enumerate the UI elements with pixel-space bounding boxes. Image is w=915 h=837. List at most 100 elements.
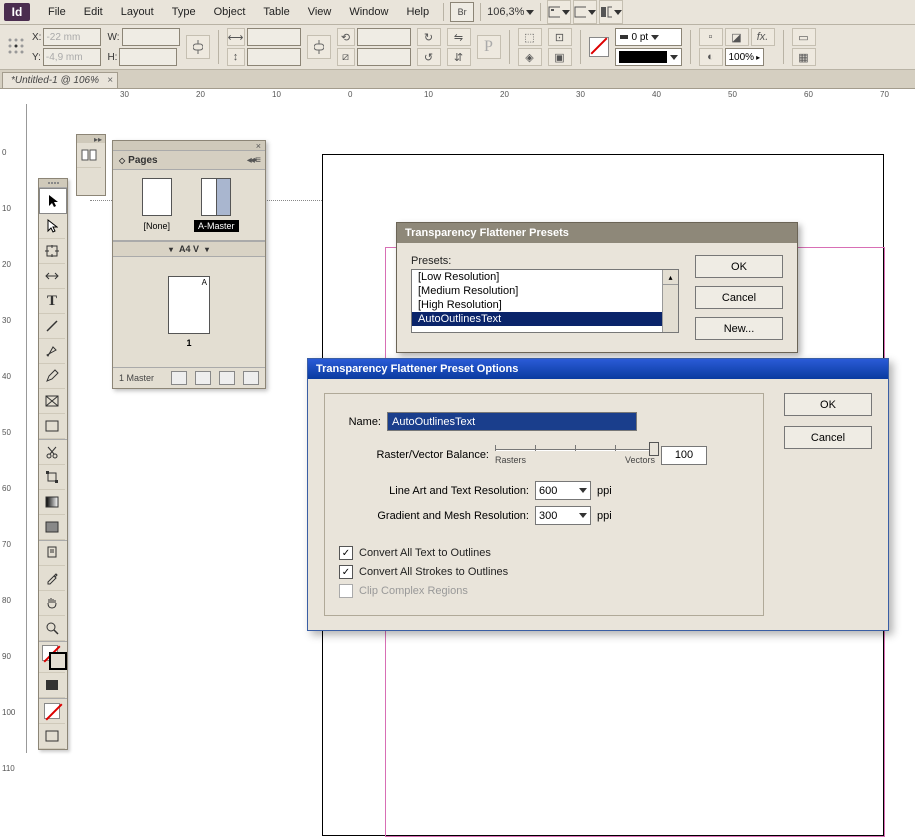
cancel-button[interactable]: Cancel — [784, 426, 872, 449]
name-field[interactable]: AutoOutlinesText — [387, 412, 637, 431]
scissors-tool[interactable] — [39, 440, 65, 465]
master-none[interactable]: [None] — [139, 178, 174, 232]
gradient-feather-tool[interactable] — [39, 515, 65, 540]
w-field[interactable] — [122, 28, 180, 46]
raster-vector-slider[interactable]: RastersVectors — [495, 445, 655, 465]
constrain-icon[interactable] — [186, 35, 210, 59]
rectangle-frame-tool[interactable] — [39, 389, 65, 414]
fill-frame-icon[interactable]: ▣ — [548, 48, 572, 66]
new-page-icon[interactable] — [219, 371, 235, 385]
collapse-icon[interactable]: ◂◂ ▪≡ — [247, 155, 265, 166]
dialog-title[interactable]: Transparency Flattener Preset Options — [308, 359, 888, 379]
fx-icon[interactable]: ▫ — [699, 28, 723, 46]
p-style-icon[interactable]: P — [477, 35, 501, 59]
line-tool[interactable] — [39, 314, 65, 339]
effects-icon[interactable]: fx. — [751, 28, 775, 46]
menu-type[interactable]: Type — [164, 3, 204, 21]
direct-selection-tool[interactable] — [39, 214, 65, 239]
pages-separator[interactable]: ▾ A4 V ▾ — [113, 241, 265, 257]
menu-layout[interactable]: Layout — [113, 3, 162, 21]
cancel-button[interactable]: Cancel — [695, 286, 783, 309]
note-tool[interactable] — [39, 541, 65, 566]
list-item[interactable]: [Medium Resolution] — [412, 284, 678, 298]
opacity-field[interactable]: 100%▸ — [725, 48, 765, 66]
default-fill-stroke[interactable] — [39, 699, 65, 724]
page-thumb-1[interactable] — [168, 276, 210, 334]
scale-y-field[interactable] — [247, 48, 301, 66]
view-options-icon[interactable] — [547, 0, 571, 24]
convert-strokes-checkbox[interactable]: ✓Convert All Strokes to Outlines — [339, 565, 749, 579]
pen-tool[interactable] — [39, 339, 65, 364]
close-icon[interactable]: × — [107, 75, 113, 86]
master-a[interactable]: A-Master — [194, 178, 239, 232]
menu-help[interactable]: Help — [398, 3, 437, 21]
menu-view[interactable]: View — [300, 3, 340, 21]
gradient-swatch-tool[interactable] — [39, 490, 65, 515]
menu-object[interactable]: Object — [206, 3, 254, 21]
fit-content-icon[interactable]: ⊡ — [548, 28, 572, 46]
zoom-level[interactable]: 106,3% — [487, 6, 534, 18]
bridge-button[interactable]: Br — [450, 2, 474, 22]
footer-icon[interactable] — [171, 371, 187, 385]
scale-x-icon[interactable]: ⟷ — [227, 28, 245, 46]
arrange-docs-icon[interactable] — [599, 0, 623, 24]
constrain-scale-icon[interactable] — [307, 35, 331, 59]
shear-icon[interactable]: ⧄ — [337, 48, 355, 66]
scale-x-field[interactable] — [247, 28, 301, 46]
list-item[interactable]: AutoOutlinesText — [412, 312, 678, 326]
line-art-field[interactable]: 600 — [535, 481, 591, 500]
stroke-weight-field[interactable]: 0 pt — [615, 28, 682, 46]
dialog-title[interactable]: Transparency Flattener Presets — [397, 223, 797, 243]
panel-grip[interactable] — [39, 179, 67, 188]
zoom-tool[interactable] — [39, 616, 65, 641]
apply-color-icon[interactable] — [39, 673, 65, 698]
wrap-none-icon[interactable]: ▭ — [792, 28, 816, 46]
vertical-ruler[interactable]: 0 10 20 30 40 50 60 70 80 90 100 110 — [0, 104, 27, 753]
free-transform-tool[interactable] — [39, 465, 65, 490]
fill-stroke-swatch[interactable] — [39, 642, 65, 673]
h-field[interactable] — [119, 48, 177, 66]
scrollbar[interactable]: ▴ — [662, 270, 678, 332]
pencil-tool[interactable] — [39, 364, 65, 389]
drop-shadow-icon[interactable]: ◪ — [725, 28, 749, 46]
convert-text-checkbox[interactable]: ✓Convert All Text to Outlines — [339, 546, 749, 560]
menu-file[interactable]: File — [40, 3, 74, 21]
select-content-icon[interactable]: ◈ — [518, 48, 542, 66]
new-button[interactable]: New... — [695, 317, 783, 340]
view-mode-icon[interactable] — [39, 724, 65, 749]
panel-grip[interactable]: × — [113, 141, 265, 151]
selection-tool[interactable] — [39, 188, 67, 214]
list-item[interactable]: [High Resolution] — [412, 298, 678, 312]
rotate-cw-icon[interactable]: ↻ — [417, 28, 441, 46]
rectangle-tool[interactable] — [39, 414, 65, 439]
ok-button[interactable]: OK — [784, 393, 872, 416]
page-tool[interactable] — [39, 239, 65, 264]
list-item[interactable]: [Low Resolution] — [412, 270, 678, 284]
document-tab[interactable]: *Untitled-1 @ 106% × — [2, 72, 118, 88]
close-icon[interactable]: × — [256, 141, 261, 151]
ok-button[interactable]: OK — [695, 255, 783, 278]
y-field[interactable]: -4,9 mm — [43, 48, 101, 66]
pages-tab[interactable]: ◇ Pages — [119, 155, 158, 166]
shear-field[interactable] — [357, 48, 411, 66]
fill-swatch[interactable] — [589, 37, 609, 57]
type-tool[interactable]: T — [39, 289, 65, 314]
screen-mode-icon[interactable] — [573, 0, 597, 24]
flip-h-icon[interactable]: ⇋ — [447, 28, 471, 46]
trash-icon[interactable] — [243, 371, 259, 385]
eyedropper-tool[interactable] — [39, 566, 65, 591]
rotate-ccw-icon[interactable]: ↺ — [417, 48, 441, 66]
gap-tool[interactable] — [39, 264, 65, 289]
rotate-field[interactable] — [357, 28, 411, 46]
footer-icon[interactable] — [195, 371, 211, 385]
ref-point-icon[interactable] — [6, 36, 26, 59]
wrap-around-icon[interactable]: ▦ — [792, 48, 816, 66]
opacity-icon[interactable]: ◐ — [699, 48, 723, 66]
hand-tool[interactable] — [39, 591, 65, 616]
x-field[interactable]: -22 mm — [43, 28, 101, 46]
menu-edit[interactable]: Edit — [76, 3, 111, 21]
raster-vector-value[interactable]: 100 — [661, 446, 707, 465]
expand-icon[interactable]: ▸▸ — [94, 135, 102, 144]
collapsed-panel-strip[interactable]: ▸▸ — [76, 134, 106, 196]
menu-window[interactable]: Window — [341, 3, 396, 21]
